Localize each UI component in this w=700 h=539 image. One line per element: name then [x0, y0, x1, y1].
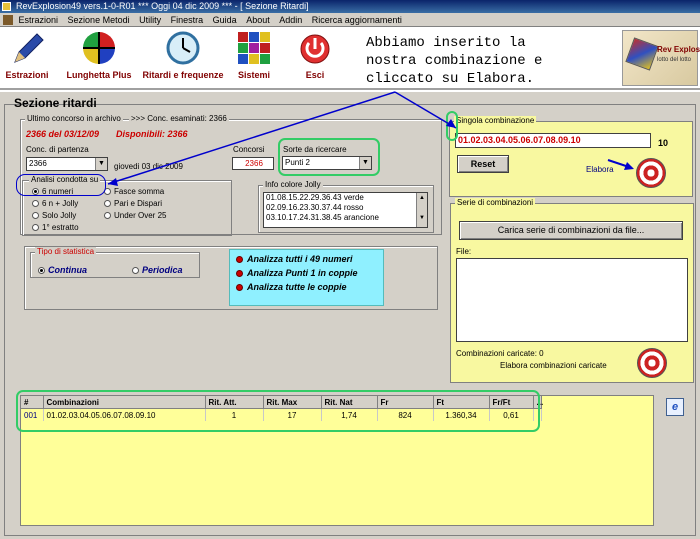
arrow-to-analisi	[107, 91, 396, 185]
annotation-arrows	[107, 91, 634, 186]
arrowhead	[108, 178, 118, 186]
arrow-to-combination	[394, 91, 457, 129]
arrowhead	[624, 162, 634, 170]
